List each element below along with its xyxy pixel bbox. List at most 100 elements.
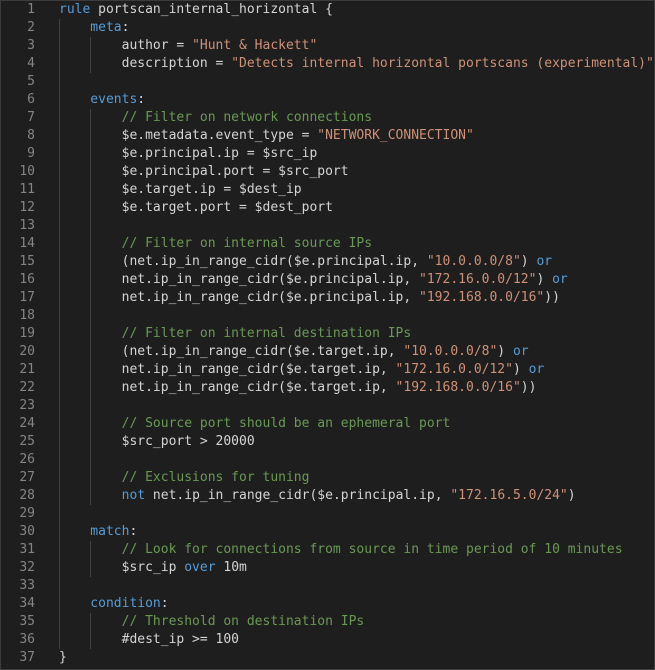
line-number: 30 <box>19 524 35 539</box>
code-line[interactable]: 24 // Source port should be an ephemeral… <box>1 415 654 433</box>
line-number: 9 <box>27 146 35 161</box>
indent-guide <box>59 19 60 649</box>
code-text: events: <box>59 91 654 109</box>
code-line[interactable]: 9 $e.principal.ip = $src_ip <box>1 145 654 163</box>
code-token: portscan_internal_horizontal { <box>90 2 333 17</box>
code-token: or <box>536 254 553 269</box>
line-number: 12 <box>19 200 35 215</box>
indent-guide <box>90 37 92 73</box>
line-number: 14 <box>19 236 35 251</box>
code-line[interactable]: 33 <box>1 577 654 595</box>
line-number: 21 <box>19 362 35 377</box>
code-line[interactable]: 11 $e.target.ip = $dest_ip <box>1 181 654 199</box>
line-number: 6 <box>27 92 35 107</box>
code-text: net.ip_in_range_cidr($e.target.ip, "172.… <box>59 361 654 379</box>
code-editor[interactable]: 1 rule portscan_internal_horizontal {2 me… <box>0 0 655 670</box>
code-token: $e.principal.port = $src_port <box>59 164 349 179</box>
line-number: 19 <box>19 326 35 341</box>
indent-guide <box>90 541 92 577</box>
code-token: (net.ip_in_range_cidr($e.principal.ip, <box>59 254 427 269</box>
code-text: // Filter on internal source IPs <box>59 235 654 253</box>
code-line[interactable]: 10 $e.principal.port = $src_port <box>1 163 654 181</box>
code-line[interactable]: 4 description = "Detects internal horizo… <box>1 55 654 73</box>
code-line[interactable]: 35 // Threshold on destination IPs <box>1 613 654 631</box>
code-line[interactable]: 32 $src_ip over 10m <box>1 559 654 577</box>
code-line[interactable]: 5 <box>1 73 654 91</box>
code-token: or <box>528 362 545 377</box>
code-line[interactable]: 17 net.ip_in_range_cidr($e.principal.ip,… <box>1 289 654 307</box>
line-number: 32 <box>19 560 35 575</box>
code-line[interactable]: 14 // Filter on internal source IPs <box>1 235 654 253</box>
code-line[interactable]: 26 <box>1 451 654 469</box>
code-line[interactable]: 3 author = "Hunt & Hackett" <box>1 37 654 55</box>
line-number: 35 <box>19 614 35 629</box>
line-number: 22 <box>19 380 35 395</box>
code-line[interactable]: 2 meta: <box>1 19 654 37</box>
code-text: net.ip_in_range_cidr($e.target.ip, "192.… <box>59 379 654 397</box>
line-number: 20 <box>19 344 35 359</box>
code-text: // Filter on network connections <box>59 109 654 127</box>
line-number: 3 <box>27 38 35 53</box>
code-text: description = "Detects internal horizont… <box>59 55 654 73</box>
line-number: 17 <box>19 290 35 305</box>
code-token: "Hunt & Hackett" <box>192 38 318 53</box>
code-line[interactable]: 18 <box>1 307 654 325</box>
code-token: ) <box>512 362 529 377</box>
code-line[interactable]: 29 <box>1 505 654 523</box>
code-line[interactable]: 25 $src_port > 20000 <box>1 433 654 451</box>
code-line[interactable]: 13 <box>1 217 654 235</box>
code-text: (net.ip_in_range_cidr($e.principal.ip, "… <box>59 253 654 271</box>
code-text: $e.principal.port = $src_port <box>59 163 654 181</box>
line-number: 15 <box>19 254 35 269</box>
line-number: 31 <box>19 542 35 557</box>
code-line[interactable]: 36 #dest_ip >= 100 <box>1 631 654 649</box>
code-token: rule <box>59 2 91 17</box>
code-line[interactable]: 16 net.ip_in_range_cidr($e.principal.ip,… <box>1 271 654 289</box>
code-line[interactable]: 27 // Exclusions for tuning <box>1 469 654 487</box>
code-token: $e.metadata.event_type = <box>59 128 318 143</box>
code-line[interactable]: 37} <box>1 649 654 667</box>
code-token: meta <box>59 20 122 35</box>
code-line[interactable]: 20 (net.ip_in_range_cidr($e.target.ip, "… <box>1 343 654 361</box>
code-line[interactable]: 21 net.ip_in_range_cidr($e.target.ip, "1… <box>1 361 654 379</box>
code-line[interactable]: 30 match: <box>1 523 654 541</box>
line-number: 2 <box>27 20 35 35</box>
code-token: "172.16.0.0/12" <box>419 272 537 287</box>
code-text: // Source port should be an ephemeral po… <box>59 415 654 433</box>
code-text: #dest_ip >= 100 <box>59 631 654 649</box>
code-token: "10.0.0.0/8" <box>426 254 521 269</box>
code-text: $e.metadata.event_type = "NETWORK_CONNEC… <box>59 127 654 145</box>
code-token: )) <box>544 290 560 305</box>
code-line[interactable]: 8 $e.metadata.event_type = "NETWORK_CONN… <box>1 127 654 145</box>
code-line[interactable]: 15 (net.ip_in_range_cidr($e.principal.ip… <box>1 253 654 271</box>
code-token: ) <box>520 254 537 269</box>
indent-guide <box>90 109 92 505</box>
code-text: condition: <box>59 595 654 613</box>
code-line[interactable]: 31 // Look for connections from source i… <box>1 541 654 559</box>
code-token: condition <box>59 596 161 611</box>
code-line[interactable]: 19 // Filter on internal destination IPs <box>1 325 654 343</box>
line-number: 23 <box>19 398 35 413</box>
code-token: author = <box>59 38 193 53</box>
code-line[interactable]: 34 condition: <box>1 595 654 613</box>
code-token: "192.168.0.0/16" <box>419 290 545 305</box>
line-number: 28 <box>19 488 35 503</box>
code-line[interactable]: 23 <box>1 397 654 415</box>
code-token: $e.target.ip = $dest_ip <box>59 182 302 197</box>
code-text: $e.target.port = $dest_port <box>59 199 654 217</box>
code-token: over <box>184 560 216 575</box>
code-token: // Source port should be an ephemeral po… <box>59 416 451 431</box>
line-number: 24 <box>19 416 35 431</box>
code-token: net.ip_in_range_cidr($e.principal.ip, <box>59 290 420 305</box>
code-line[interactable]: 7 // Filter on network connections <box>1 109 654 127</box>
code-line[interactable]: 12 $e.target.port = $dest_port <box>1 199 654 217</box>
code-line[interactable]: 1 rule portscan_internal_horizontal { <box>1 1 654 19</box>
code-line[interactable]: 28 not net.ip_in_range_cidr($e.principal… <box>1 487 654 505</box>
code-line[interactable]: 22 net.ip_in_range_cidr($e.target.ip, "1… <box>1 379 654 397</box>
line-number: 29 <box>19 506 35 521</box>
code-line[interactable]: 6 events: <box>1 91 654 109</box>
code-token: or <box>552 272 568 287</box>
code-text: } <box>59 649 654 667</box>
code-token: ) <box>497 344 513 359</box>
code-token: $src_port > 20000 <box>59 434 255 449</box>
